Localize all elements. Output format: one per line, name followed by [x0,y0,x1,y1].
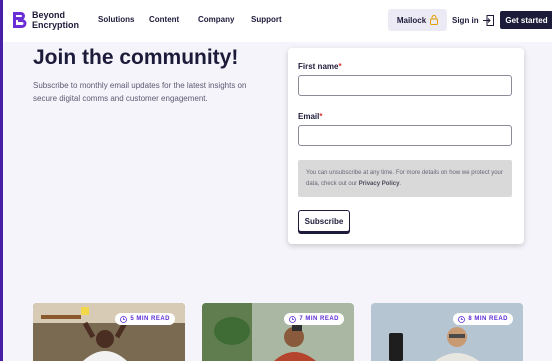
required-mark: * [338,62,342,71]
logo-line-2: Encryption [32,20,80,30]
privacy-notice-text: You can unsubscribe at any time. For mor… [306,170,503,187]
article-card[interactable]: 5 MIN READ [33,303,185,361]
first-name-label: First name* [298,62,342,71]
page-title: Join the community! [33,46,239,69]
mailock-label: Mailock [396,15,427,25]
read-time-badge: 5 MIN READ [115,313,175,325]
first-name-field[interactable] [298,75,512,96]
clock-icon [458,315,466,323]
nav-content[interactable]: Content [149,15,179,24]
article-card[interactable]: 8 MIN READ [371,303,523,361]
privacy-notice: You can unsubscribe at any time. For mor… [298,160,512,197]
read-time-badge: 8 MIN READ [453,313,513,325]
logo[interactable]: Beyond Encryption [11,10,79,30]
nav-support[interactable]: Support [251,15,282,24]
subscribe-button[interactable]: Subscribe [298,210,350,232]
get-started-button[interactable]: Get started [500,11,552,29]
page-subtitle: Subscribe to monthly email updates for t… [33,81,247,103]
beyond-encryption-logo-icon [13,12,27,28]
required-mark: * [319,112,323,121]
article-card[interactable]: 7 MIN READ [202,303,354,361]
privacy-policy-link[interactable]: Privacy Policy [359,181,400,187]
read-time-text: 7 MIN READ [299,316,339,322]
read-time-badge: 7 MIN READ [284,313,344,325]
logo-line-1: Beyond [32,10,66,20]
privacy-notice-end: . [399,181,402,187]
clock-icon [289,315,297,323]
mailock-button[interactable]: Mailock [388,9,447,31]
read-time-text: 8 MIN READ [468,316,508,322]
clock-icon [120,315,128,323]
sign-in-label: Sign in [452,15,479,25]
article-image-1 [33,303,185,361]
nav-company[interactable]: Company [198,15,234,24]
lock-icon [430,15,439,25]
sign-in-icon [482,14,494,26]
article-image-3 [371,303,523,361]
email-label-text: Email [298,112,320,121]
email-label: Email* [298,112,322,121]
read-time-text: 5 MIN READ [130,316,170,322]
first-name-label-text: First name [298,62,339,71]
sign-in-button[interactable]: Sign in [452,9,496,31]
nav-solutions[interactable]: Solutions [98,15,134,24]
article-image-2 [202,303,354,361]
subscribe-form: First name* Email* You can unsubscribe a… [288,48,524,244]
logo-text: Beyond Encryption [32,10,79,30]
site-header: Beyond Encryption Solutions Content Comp… [3,0,552,42]
email-field[interactable] [298,125,512,146]
